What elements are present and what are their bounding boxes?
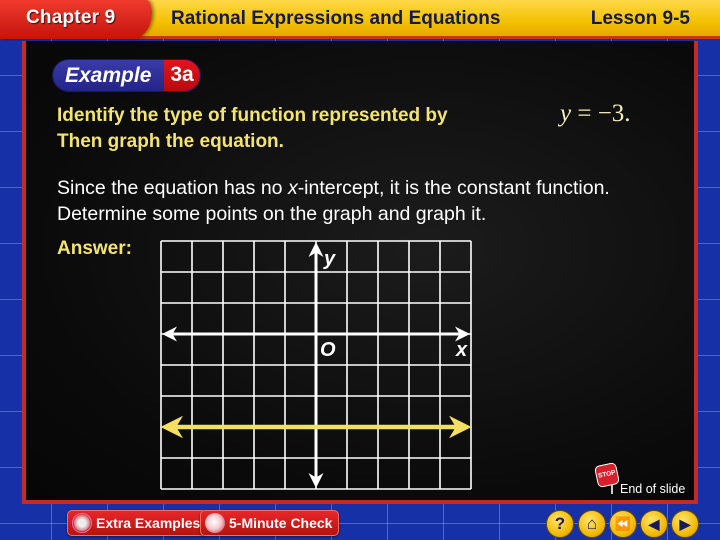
equation-value: = −3. <box>571 100 631 127</box>
lesson-label: Lesson 9-5 <box>590 8 690 29</box>
equation: y = −3. <box>560 100 631 128</box>
question-line-2: Then graph the equation. <box>57 131 284 152</box>
computer-icon <box>72 513 92 533</box>
chapter-title: Rational Expressions and Equations <box>171 8 501 29</box>
explanation-part-1: Since the equation has no <box>57 177 288 199</box>
example-number: 3a <box>164 60 200 91</box>
previous-icon: ◀ <box>648 515 660 532</box>
origin-label: O <box>320 339 336 361</box>
end-of-slide-label: End of slide <box>620 482 686 496</box>
equation-variable: y <box>560 100 572 127</box>
example-word: Example <box>53 60 164 91</box>
stop-sign-icon: STOP <box>593 461 621 489</box>
extra-examples-button[interactable]: Extra Examples <box>67 510 208 536</box>
x-axis-label: x <box>455 339 468 361</box>
next-slide-button[interactable]: ▶ <box>671 510 699 538</box>
coordinate-graph: y x O <box>160 240 472 490</box>
home-icon: ⌂ <box>586 514 598 533</box>
extra-examples-label: Extra Examples <box>96 515 201 531</box>
clock-icon <box>205 513 225 533</box>
y-axis-label: y <box>323 248 336 270</box>
explanation-italic-x: x <box>287 177 298 199</box>
stop-sign-pole <box>611 484 613 494</box>
explanation-text: Since the equation has no x-intercept, i… <box>57 175 697 227</box>
header-bar: Chapter 9 Rational Expressions and Equat… <box>0 0 720 39</box>
first-slide-button[interactable]: ⏪ <box>609 510 637 538</box>
help-button[interactable]: ? <box>546 510 574 538</box>
five-minute-check-label: 5-Minute Check <box>229 515 333 531</box>
help-icon: ? <box>554 514 566 533</box>
answer-label: Answer: <box>57 238 132 259</box>
rewind-icon: ⏪ <box>614 516 632 531</box>
chapter-tab: Chapter 9 <box>0 0 152 39</box>
five-minute-check-button[interactable]: 5-Minute Check <box>200 510 340 536</box>
previous-slide-button[interactable]: ◀ <box>640 510 668 538</box>
next-icon: ▶ <box>679 515 691 532</box>
chapter-label: Chapter 9 <box>26 7 116 28</box>
home-button[interactable]: ⌂ <box>578 510 606 538</box>
example-badge: Example 3a <box>53 60 200 91</box>
